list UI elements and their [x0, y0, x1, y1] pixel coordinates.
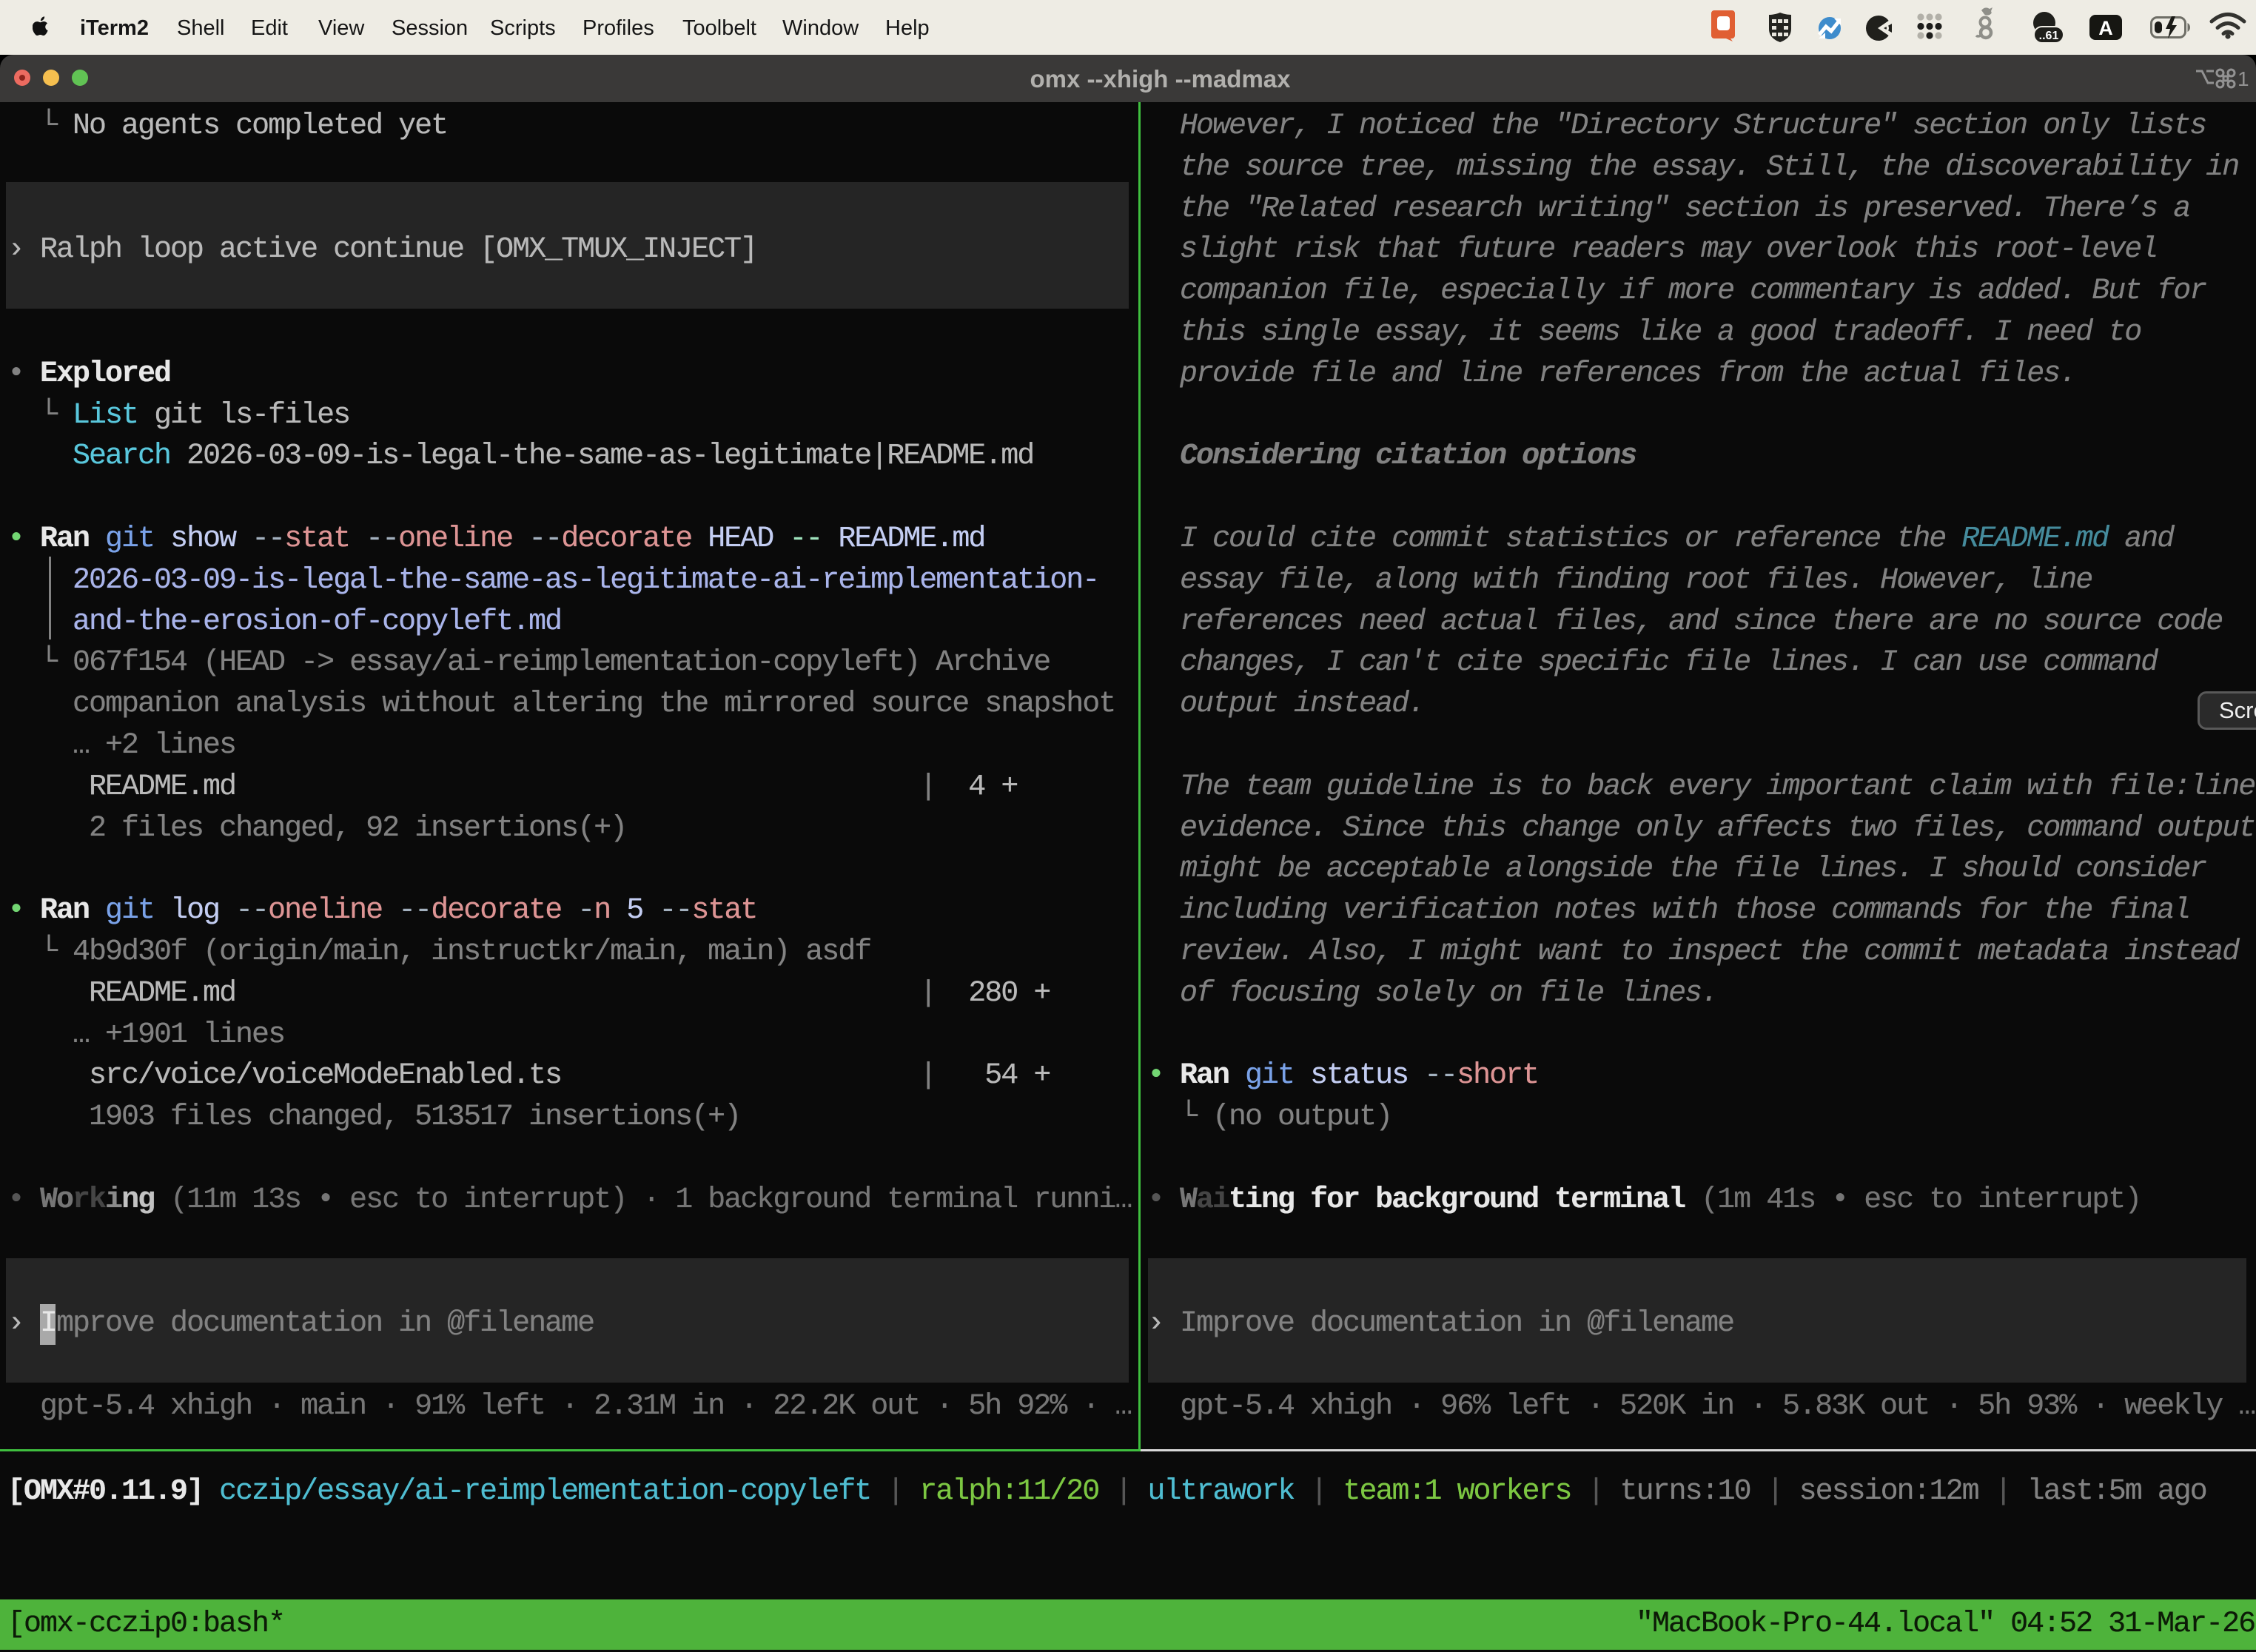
svg-text:..61: ..61: [2039, 30, 2059, 42]
svg-text:1: 1: [2237, 67, 2249, 90]
